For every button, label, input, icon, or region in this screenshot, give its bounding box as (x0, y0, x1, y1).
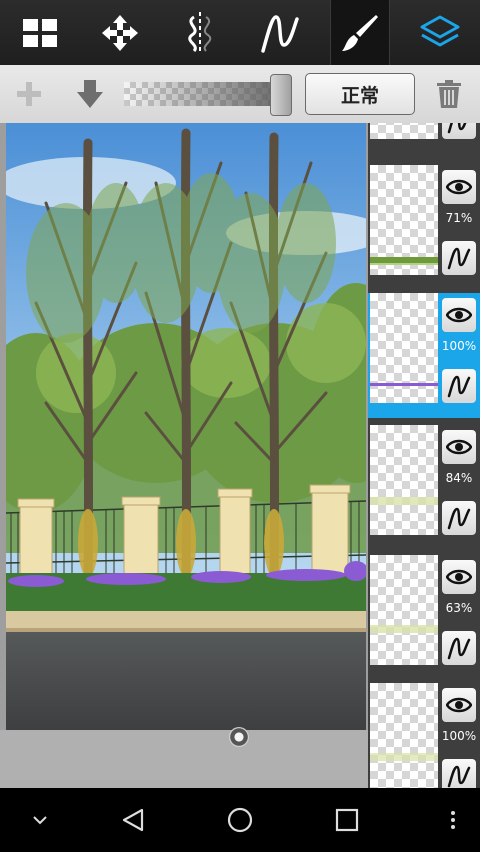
brush-icon (342, 14, 378, 51)
delete-layer-button[interactable] (432, 77, 466, 111)
layer-blend-button[interactable] (442, 631, 476, 665)
add-layer-button[interactable] (12, 79, 46, 109)
layer-opacity-label: 84% (445, 471, 473, 485)
layer-opacity-label: 71% (445, 211, 473, 225)
canvas-workspace[interactable] (0, 123, 368, 788)
layer-blend-button[interactable] (442, 759, 476, 788)
layers-icon (420, 15, 460, 46)
layer-visibility-toggle[interactable] (442, 430, 476, 464)
eye-icon (446, 307, 472, 323)
curve-icon (447, 637, 471, 660)
eye-icon (446, 697, 472, 713)
layer-thumbnail[interactable] (370, 165, 438, 275)
layer-blend-button[interactable] (442, 123, 476, 139)
curve-icon (447, 247, 471, 270)
canvas-margin (0, 730, 368, 788)
tool-grid-button[interactable] (0, 0, 80, 65)
artwork (6, 123, 366, 730)
symmetry-icon (188, 11, 212, 54)
merge-down-button[interactable] (72, 77, 108, 111)
top-toolbar (0, 0, 480, 65)
opacity-slider-handle[interactable] (270, 74, 292, 116)
layer-visibility-toggle[interactable] (442, 560, 476, 594)
layer-item[interactable]: 100% (368, 683, 480, 788)
curve-icon (447, 375, 471, 398)
layer-thumbnail[interactable] (370, 425, 438, 535)
layer-item[interactable] (368, 123, 480, 154)
layer-visibility-toggle[interactable] (442, 170, 476, 204)
opacity-slider-track[interactable] (124, 82, 290, 106)
layer-visibility-toggle[interactable] (442, 298, 476, 332)
back-button[interactable] (108, 788, 158, 852)
eye-icon (446, 179, 472, 195)
grid-icon (23, 18, 57, 47)
layer-visibility-toggle[interactable] (442, 688, 476, 722)
tool-move-button[interactable] (80, 0, 160, 65)
layer-opacity-label: 63% (445, 601, 473, 615)
curve-icon (261, 14, 299, 53)
layers-panel[interactable]: 71% 100% 84% 63% 100% (368, 123, 480, 788)
tool-symmetry-button[interactable] (160, 0, 240, 65)
layer-blend-button[interactable] (442, 501, 476, 535)
layer-item[interactable]: 84% (368, 425, 480, 550)
overflow-menu-button[interactable] (438, 788, 468, 852)
canvas-scroll-handle[interactable] (229, 727, 249, 747)
layer-thumbnail[interactable] (370, 123, 438, 139)
trash-icon (437, 80, 461, 108)
eye-icon (446, 569, 472, 585)
plus-icon (17, 82, 41, 106)
menu-icon (451, 811, 455, 829)
chevron-down-icon (33, 816, 47, 825)
tool-layers-button[interactable] (400, 0, 480, 65)
layer-item-selected[interactable]: 100% (368, 293, 480, 418)
move-icon (102, 14, 138, 51)
tool-curve-button[interactable] (240, 0, 320, 65)
curve-icon (447, 507, 471, 530)
tool-brush-button[interactable] (330, 0, 390, 65)
eye-icon (446, 439, 472, 455)
layer-item[interactable]: 71% (368, 165, 480, 290)
layer-thumbnail[interactable] (370, 555, 438, 665)
curve-icon (447, 765, 471, 788)
layer-item[interactable]: 63% (368, 555, 480, 680)
layer-blend-button[interactable] (442, 369, 476, 403)
recents-icon (335, 808, 359, 832)
layer-options-bar: 正常 (0, 65, 480, 124)
curve-icon (447, 123, 467, 134)
home-icon (227, 807, 253, 833)
arrow-down-icon (77, 80, 103, 108)
blend-mode-button[interactable]: 正常 (305, 73, 415, 115)
recents-button[interactable] (322, 788, 372, 852)
layer-opacity-label: 100% (441, 339, 477, 353)
layer-thumbnail[interactable] (370, 293, 438, 403)
back-icon (122, 808, 144, 832)
layer-blend-button[interactable] (442, 241, 476, 275)
home-button[interactable] (215, 788, 265, 852)
system-nav-bar (0, 788, 480, 852)
drawing-canvas[interactable] (6, 123, 366, 730)
hide-keyboard-button[interactable] (20, 788, 60, 852)
layer-opacity-label: 100% (441, 729, 477, 743)
layer-thumbnail[interactable] (370, 683, 438, 788)
